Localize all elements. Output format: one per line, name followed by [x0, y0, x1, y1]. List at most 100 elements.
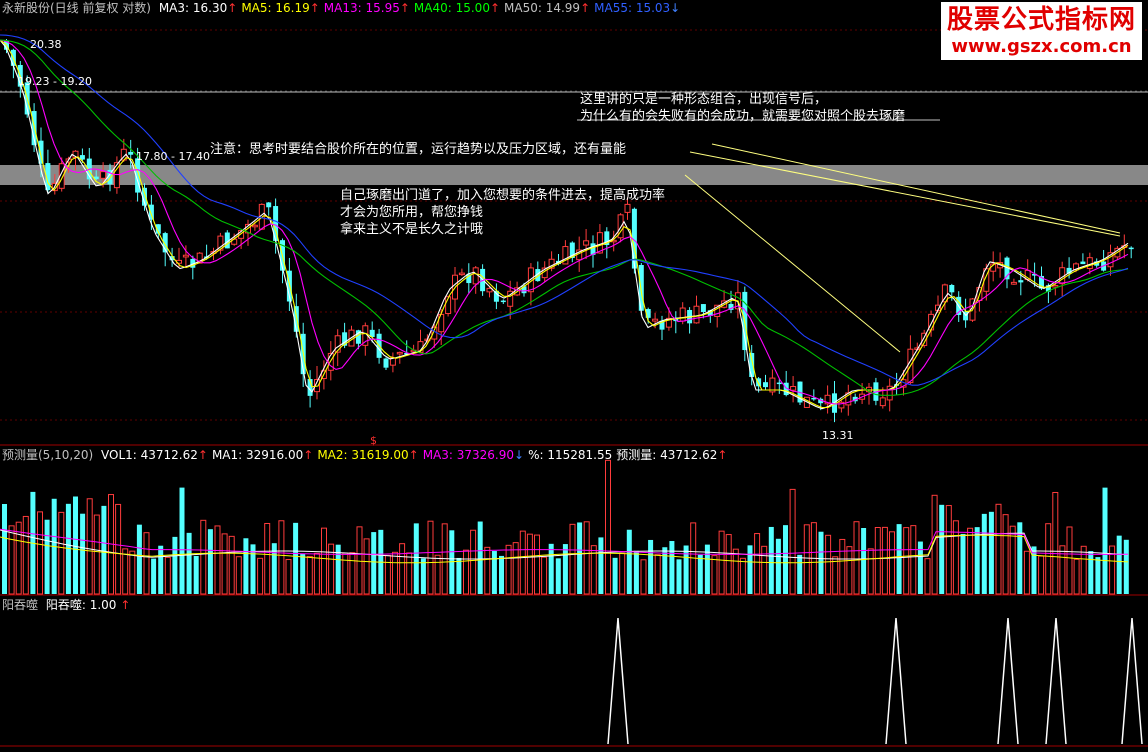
- resistance-zone: [0, 165, 1148, 185]
- candle-down: [1128, 247, 1134, 250]
- volume-bar-down: [73, 496, 78, 594]
- ma-label-5: MA55: 15.03: [594, 1, 671, 15]
- volume-bar-up: [328, 543, 335, 595]
- volume-bar-up: [356, 526, 363, 595]
- signal-marker: $: [370, 434, 377, 447]
- volume-bar-up: [37, 511, 43, 595]
- volume-bar-up: [399, 543, 406, 595]
- volume-bar-up: [825, 534, 832, 595]
- ma55-line: [0, 34, 1129, 386]
- volume-bar-up: [505, 544, 512, 595]
- volume-bar-up: [519, 530, 526, 595]
- volume-bar-up: [924, 558, 931, 595]
- candle-down: [500, 300, 506, 303]
- volume-bar-up: [306, 555, 313, 595]
- signal-header: 阳吞噬 阳吞噬: 1.00 ↑: [2, 597, 134, 613]
- candle-up: [790, 386, 797, 391]
- volume-bar-up: [484, 546, 491, 595]
- volume-bar-up: [654, 554, 661, 595]
- volume-bar-up: [235, 556, 242, 595]
- volume-bar-down: [477, 521, 483, 594]
- candle-up: [624, 203, 631, 213]
- volume-bar-up: [214, 525, 221, 595]
- volume-bar-up: [739, 557, 746, 595]
- vol-label-0: VOL1: 43712.62: [101, 448, 198, 462]
- ma-label-arrow-3: ↑: [489, 1, 501, 15]
- volume-bar-up: [363, 538, 370, 595]
- volume-bar-up: [285, 559, 292, 595]
- volume-bar-down: [896, 524, 902, 594]
- price-header: 永新股份(日线 前复权 对数) MA3: 16.30↑ MA5: 16.19↑ MA…: [2, 0, 688, 16]
- watermark-url: www.gszx.com.cn: [951, 36, 1132, 57]
- volume-bar-down: [243, 538, 249, 594]
- volume-bar-down: [2, 504, 7, 594]
- volume-bar-down: [697, 554, 703, 594]
- volume-bar-up: [583, 521, 590, 595]
- volume-bar-up: [867, 548, 874, 595]
- volume-bar-up: [406, 552, 413, 595]
- volume-bar-up: [832, 556, 839, 595]
- volume-bar-down: [300, 554, 306, 594]
- volume-bar-down: [939, 504, 945, 594]
- volume-bar-down: [683, 545, 689, 594]
- price-label-1: 19.23 - 19.20: [18, 75, 92, 88]
- price-label-3: 13.31: [822, 429, 854, 442]
- candle-down: [1080, 261, 1086, 265]
- ma-label-arrow-2: ↑: [399, 1, 410, 15]
- volume-bar-up: [945, 505, 952, 595]
- volume-bar-up: [470, 529, 477, 595]
- volume-bar-down: [960, 533, 966, 594]
- vol-label-3: MA3: 37326.90: [422, 448, 515, 462]
- vol-label-5: 预测量: 43712.62: [616, 448, 718, 462]
- volume-bar-up: [1066, 526, 1073, 595]
- candle-down: [949, 284, 955, 293]
- volume-bar-up: [1080, 545, 1087, 595]
- candle-up: [679, 307, 686, 322]
- volume-bar-down: [783, 525, 788, 594]
- volume-bar-up: [349, 552, 356, 595]
- volume-bar-up: [732, 548, 739, 595]
- volume-bar-up: [881, 526, 888, 595]
- volume-bar-down: [136, 524, 142, 594]
- volume-bar-down: [626, 529, 632, 594]
- signal-indicator-name: 阳吞噬: [2, 598, 39, 612]
- candle-up: [1052, 285, 1059, 288]
- volume-bar-down: [207, 529, 213, 594]
- volume-bar-up: [803, 524, 810, 595]
- volume-bar-down: [577, 522, 583, 594]
- volume-bar-down: [158, 545, 164, 594]
- volume-bar-up: [640, 559, 647, 595]
- candle-up: [1086, 257, 1093, 270]
- volume-bar-down: [420, 558, 426, 594]
- vol-label-1: MA1: 32916.00: [211, 448, 304, 462]
- kline-chart[interactable]: 20.38 19.23 - 19.20 17.80 - 17.40 13.31 $: [0, 0, 1148, 752]
- volume-bar-down: [768, 526, 774, 594]
- site-watermark: 股票公式指标网 www.gszx.com.cn: [940, 2, 1142, 60]
- candle-down: [1018, 280, 1024, 283]
- volume-bar-up: [8, 525, 15, 595]
- volume-bar-down: [193, 555, 199, 594]
- volume-bar-down: [981, 513, 987, 594]
- volume-bar-down: [861, 527, 867, 594]
- volume-bar-up: [1045, 523, 1052, 595]
- candle-up: [652, 318, 659, 322]
- ma-label-1: MA5: 16.19: [241, 1, 310, 15]
- volume-bar-up: [534, 534, 540, 595]
- candle-up: [1010, 281, 1017, 285]
- volume-bar-up: [1073, 558, 1080, 595]
- volume-bar-down: [80, 513, 86, 594]
- volume-bar-down: [293, 522, 299, 594]
- ma-label-arrow-0: ↑: [227, 1, 238, 15]
- volume-bar-up: [342, 552, 349, 595]
- candle-up: [458, 272, 465, 276]
- volume-bar-up: [164, 556, 171, 595]
- volume-bar-up: [569, 523, 576, 595]
- volume-bar-up: [754, 533, 761, 595]
- volume-bar-up: [725, 534, 732, 595]
- signal-value: 阳吞噬: 1.00: [45, 598, 117, 612]
- candle-up: [879, 397, 886, 407]
- volume-indicator-name: 预测量(5,10,20): [2, 448, 94, 462]
- volume-bar-up: [93, 514, 100, 595]
- volume-bar-up: [1052, 491, 1059, 595]
- volume-bar-down: [548, 543, 554, 594]
